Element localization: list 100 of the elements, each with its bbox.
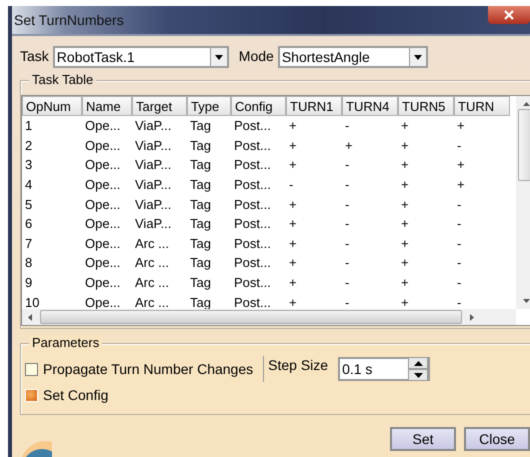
table-cell-text: + — [288, 236, 298, 251]
table-cell-text: - — [456, 294, 462, 309]
table-cell-text: 10 — [24, 294, 40, 309]
column-header[interactable]: Name — [82, 96, 132, 116]
table-cell-text: + — [400, 118, 410, 134]
down-arrow-icon — [414, 372, 423, 378]
table-cell-text: Post... — [233, 177, 272, 192]
table-cell-text: ViaP... — [134, 138, 172, 153]
table-cell-text: Arc ... — [134, 294, 170, 309]
table-cell-text: ViaP... — [134, 196, 172, 212]
scroll-down-icon — [522, 299, 530, 303]
table-cell-text: Ope... — [84, 138, 122, 153]
table-cell-text: + — [288, 294, 298, 309]
table-cell-text: - — [288, 177, 294, 192]
table-cell-text: Post... — [233, 196, 272, 212]
table-cell-text: + — [288, 138, 298, 153]
table-cell-text: Ope... — [84, 157, 122, 172]
table-cell-text: - — [456, 275, 462, 290]
vertical-scrollbar[interactable] — [516, 96, 530, 309]
table-cell-text: - — [456, 236, 462, 251]
table-cell-text: Tag — [189, 118, 212, 134]
dialog-button[interactable]: Set — [390, 427, 456, 451]
checkbox-label: Propagate Turn Number Changes — [43, 361, 254, 377]
table-cell-text: Ope... — [84, 255, 122, 270]
table-cell-text: - — [344, 255, 350, 270]
spin-up-button[interactable] — [408, 357, 428, 369]
table-cell-text: Tag — [189, 196, 212, 212]
spin-down-button[interactable] — [408, 369, 428, 381]
table-cell-text: + — [400, 138, 410, 153]
table-cell-text: + — [288, 255, 298, 270]
table-cell-text: Ope... — [84, 196, 122, 212]
table-cell-text: - — [456, 216, 462, 232]
table-cell-text: - — [456, 138, 462, 153]
table-cell-text: + — [400, 255, 410, 270]
table-cell-text: 8 — [24, 255, 34, 270]
task-label: Task — [20, 47, 49, 64]
task-dropdown[interactable]: RobotTask.1 — [52, 46, 229, 68]
scroll-left-icon — [28, 314, 32, 320]
checkbox-label: Set Config — [43, 387, 108, 403]
table-cell-text: Ope... — [84, 236, 122, 251]
table-cell-text: 6 — [24, 216, 34, 232]
up-arrow-icon — [414, 360, 423, 366]
table-cell-text: - — [344, 236, 350, 251]
table-cell-text: Post... — [233, 216, 272, 232]
table-cell-text: + — [288, 157, 298, 172]
table-cell-text: + — [288, 196, 298, 212]
table-cell-text: - — [344, 118, 350, 134]
column-header[interactable]: TURN — [454, 96, 510, 116]
column-header[interactable]: Config — [231, 96, 286, 116]
table-cell-text: + — [456, 118, 466, 134]
column-header[interactable]: TURN1 — [286, 96, 342, 116]
scroll-thumb[interactable] — [40, 310, 462, 324]
table-cell-text: + — [400, 236, 410, 251]
table-cell-text: Tag — [189, 255, 212, 270]
step-size-field[interactable]: 0.1 s — [338, 357, 430, 381]
table-cell-text: + — [400, 196, 410, 212]
mode-label: Mode — [238, 47, 274, 64]
table-cell-text: Tag — [189, 157, 212, 172]
close-button[interactable] — [488, 6, 530, 24]
table-cell-text: 3 — [24, 157, 34, 172]
table-cell-text: Tag — [189, 294, 212, 309]
table-cell-text: Post... — [233, 236, 272, 251]
dropdown-arrow-icon — [214, 54, 223, 60]
table-cell-text: ViaP... — [134, 118, 172, 134]
table-cell-text: - — [456, 196, 462, 212]
scroll-thumb[interactable] — [518, 109, 530, 181]
table-cell-text: - — [344, 294, 350, 309]
horizontal-scrollbar[interactable] — [22, 309, 516, 325]
table-cell-text: Post... — [233, 294, 272, 309]
table-cell-text: + — [400, 157, 410, 172]
table-cell-text: + — [456, 177, 466, 192]
checkbox[interactable] — [25, 362, 38, 376]
table-cell-text: + — [400, 275, 410, 290]
table-cell-text: ViaP... — [134, 216, 172, 232]
table-cell-text: 7 — [24, 236, 34, 251]
window-title: Set TurnNumbers — [14, 12, 124, 28]
table-cell-text: Tag — [189, 236, 212, 251]
table-cell-text: Tag — [189, 177, 212, 192]
column-header[interactable]: Type — [187, 96, 231, 116]
table-cell-text: + — [344, 138, 354, 153]
table-cell-text: 9 — [24, 275, 34, 290]
table-cell-text: + — [288, 275, 298, 290]
table-cell-text: 1 — [24, 118, 34, 134]
table-cell-text: Arc ... — [134, 275, 170, 290]
table-cell-text: Post... — [233, 138, 272, 153]
dialog-button[interactable]: Close — [464, 427, 530, 451]
table-cell-text: ViaP... — [134, 157, 172, 172]
table-cell-text: + — [400, 294, 410, 309]
column-header[interactable]: TURN4 — [342, 96, 398, 116]
table-cell-text: Tag — [189, 138, 212, 153]
table-cell-text: Post... — [233, 118, 272, 134]
table-cell-text: Ope... — [84, 275, 122, 290]
column-header[interactable]: TURN5 — [398, 96, 454, 116]
column-header[interactable]: OpNum — [22, 96, 82, 116]
column-header[interactable]: Target — [132, 96, 187, 116]
table-cell-text: ViaP... — [134, 177, 172, 192]
table-cell-text: Ope... — [84, 216, 122, 232]
mode-dropdown[interactable]: ShortestAngle — [278, 46, 428, 68]
table-cell-text: + — [288, 216, 298, 232]
table-cell-text: - — [456, 255, 462, 270]
